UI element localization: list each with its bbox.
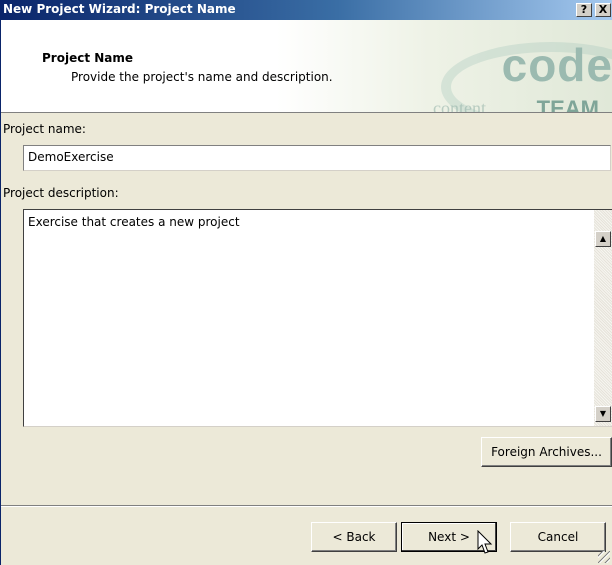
scroll-down-arrow-icon[interactable]: ▼ <box>595 406 611 422</box>
scroll-up-arrow-icon[interactable]: ▲ <box>595 231 611 247</box>
mouse-pointer-icon <box>477 530 493 554</box>
footer-separator <box>1 505 612 507</box>
logo-team-word: TEAM <box>536 96 599 113</box>
description-scrollbar[interactable]: ▲ ▼ <box>594 210 612 426</box>
project-name-input[interactable]: DemoExercise <box>23 145 611 171</box>
wizard-window: New Project Wizard: Project Name ? X Pro… <box>0 0 612 565</box>
window-title: New Project Wizard: Project Name <box>3 2 236 16</box>
logo-code-word: code <box>501 39 612 91</box>
foreign-archives-button[interactable]: Foreign Archives... <box>481 437 612 467</box>
project-description-label: Project description: <box>3 186 119 200</box>
help-button[interactable]: ? <box>576 3 592 17</box>
wizard-header-banner: Project Name Provide the project's name … <box>1 20 612 113</box>
project-description-text: Exercise that creates a new project <box>28 215 240 229</box>
page-subtitle: Provide the project's name and descripti… <box>71 70 333 84</box>
close-button[interactable]: X <box>595 3 611 17</box>
page-title: Project Name <box>42 51 134 65</box>
title-bar[interactable]: New Project Wizard: Project Name ? X <box>1 0 612 20</box>
xcode-content-team-logo: code content TEAM <box>421 39 612 113</box>
cancel-button[interactable]: Cancel <box>510 522 606 552</box>
project-description-textarea[interactable]: Exercise that creates a new project ▲ ▼ <box>23 209 612 427</box>
project-name-label: Project name: <box>3 122 86 136</box>
logo-content-word: content <box>433 98 486 113</box>
back-button[interactable]: < Back <box>311 522 397 552</box>
resize-grip-icon[interactable] <box>598 551 610 563</box>
